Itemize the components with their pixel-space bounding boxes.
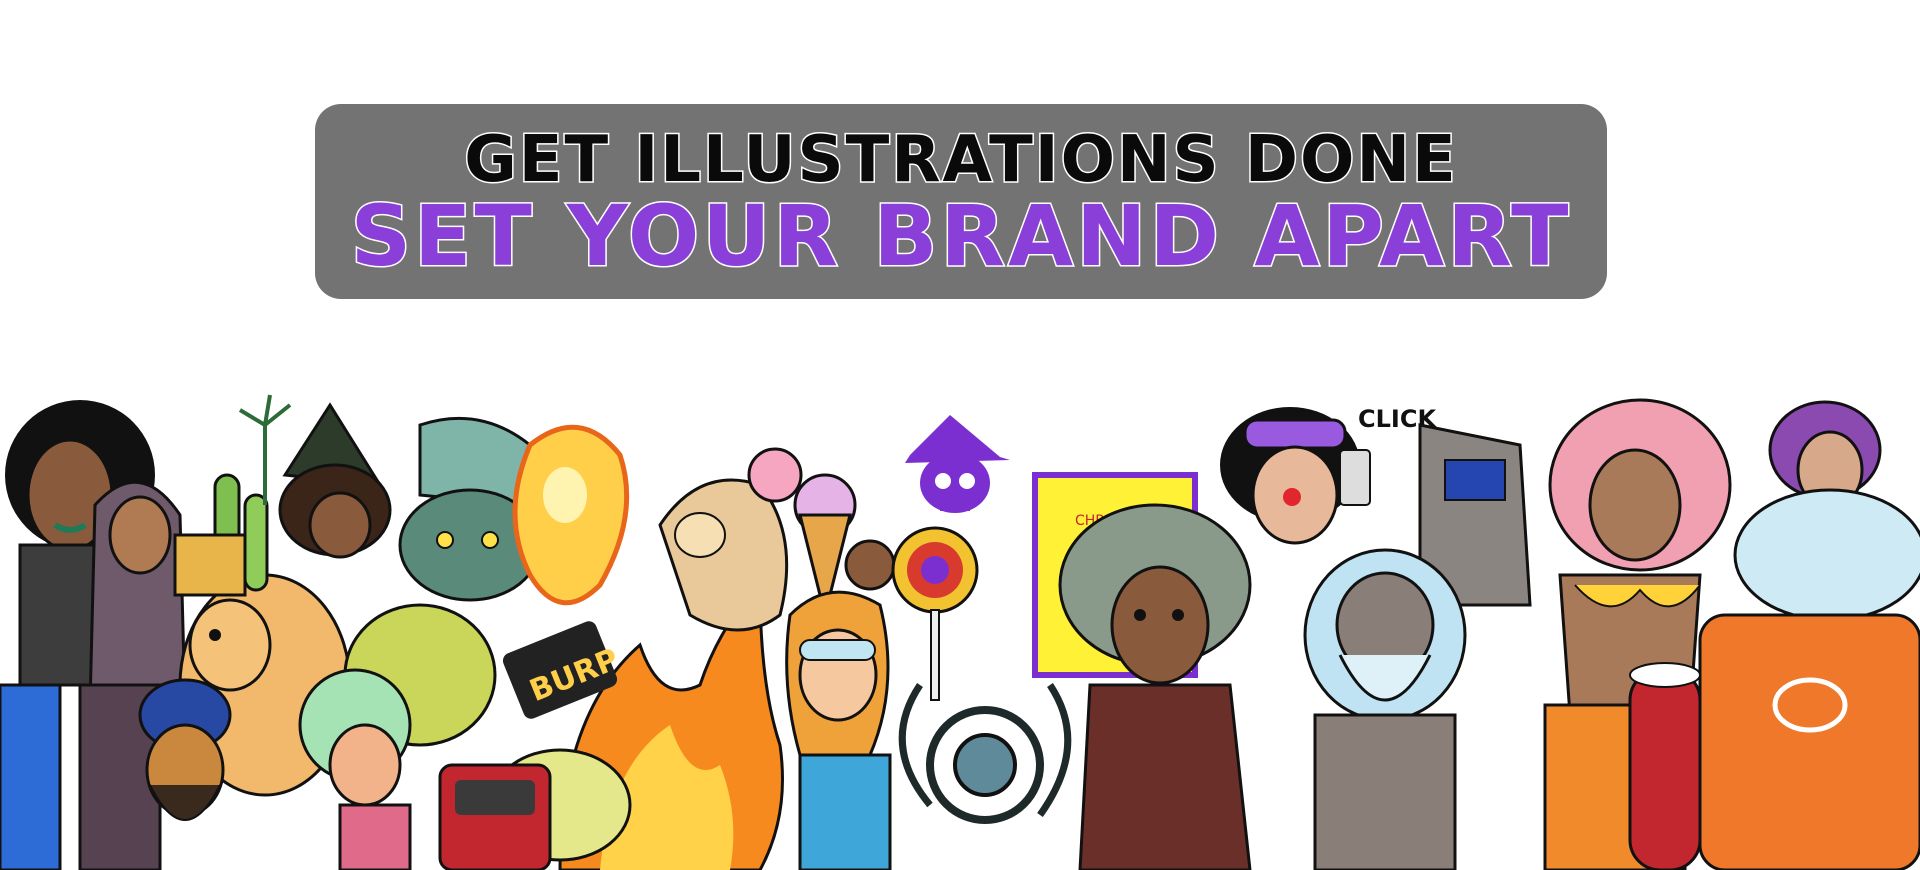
character-witch xyxy=(278,402,392,559)
character-goggle-girl xyxy=(785,590,892,870)
illustration-collage: BURP CHR CLICK xyxy=(0,385,1920,870)
lollipop xyxy=(891,526,979,701)
red-cylinder xyxy=(1628,662,1702,870)
banner-headline: GET ILLUSTRATIONS DONE xyxy=(463,123,1458,198)
character-medusa xyxy=(1058,503,1252,870)
witch-hat-skull-icon xyxy=(905,415,1010,513)
hero-banner: GET ILLUSTRATIONS DONE SET YOUR BRAND AP… xyxy=(315,104,1607,299)
character-old-bearded-man xyxy=(1303,548,1467,870)
banner-tagline: SET YOUR BRAND APART xyxy=(349,187,1572,286)
character-red-robot xyxy=(438,763,552,870)
character-ghost xyxy=(658,478,789,632)
character-clown-girl xyxy=(1220,407,1371,545)
clockwork-vines xyxy=(898,683,1072,824)
collage-artwork: BURP CHR CLICK xyxy=(0,394,1920,870)
character-purple-hair-girl xyxy=(1698,400,1920,870)
cactus-palm-scenery xyxy=(173,394,292,597)
character-fire-spirit xyxy=(512,424,630,606)
